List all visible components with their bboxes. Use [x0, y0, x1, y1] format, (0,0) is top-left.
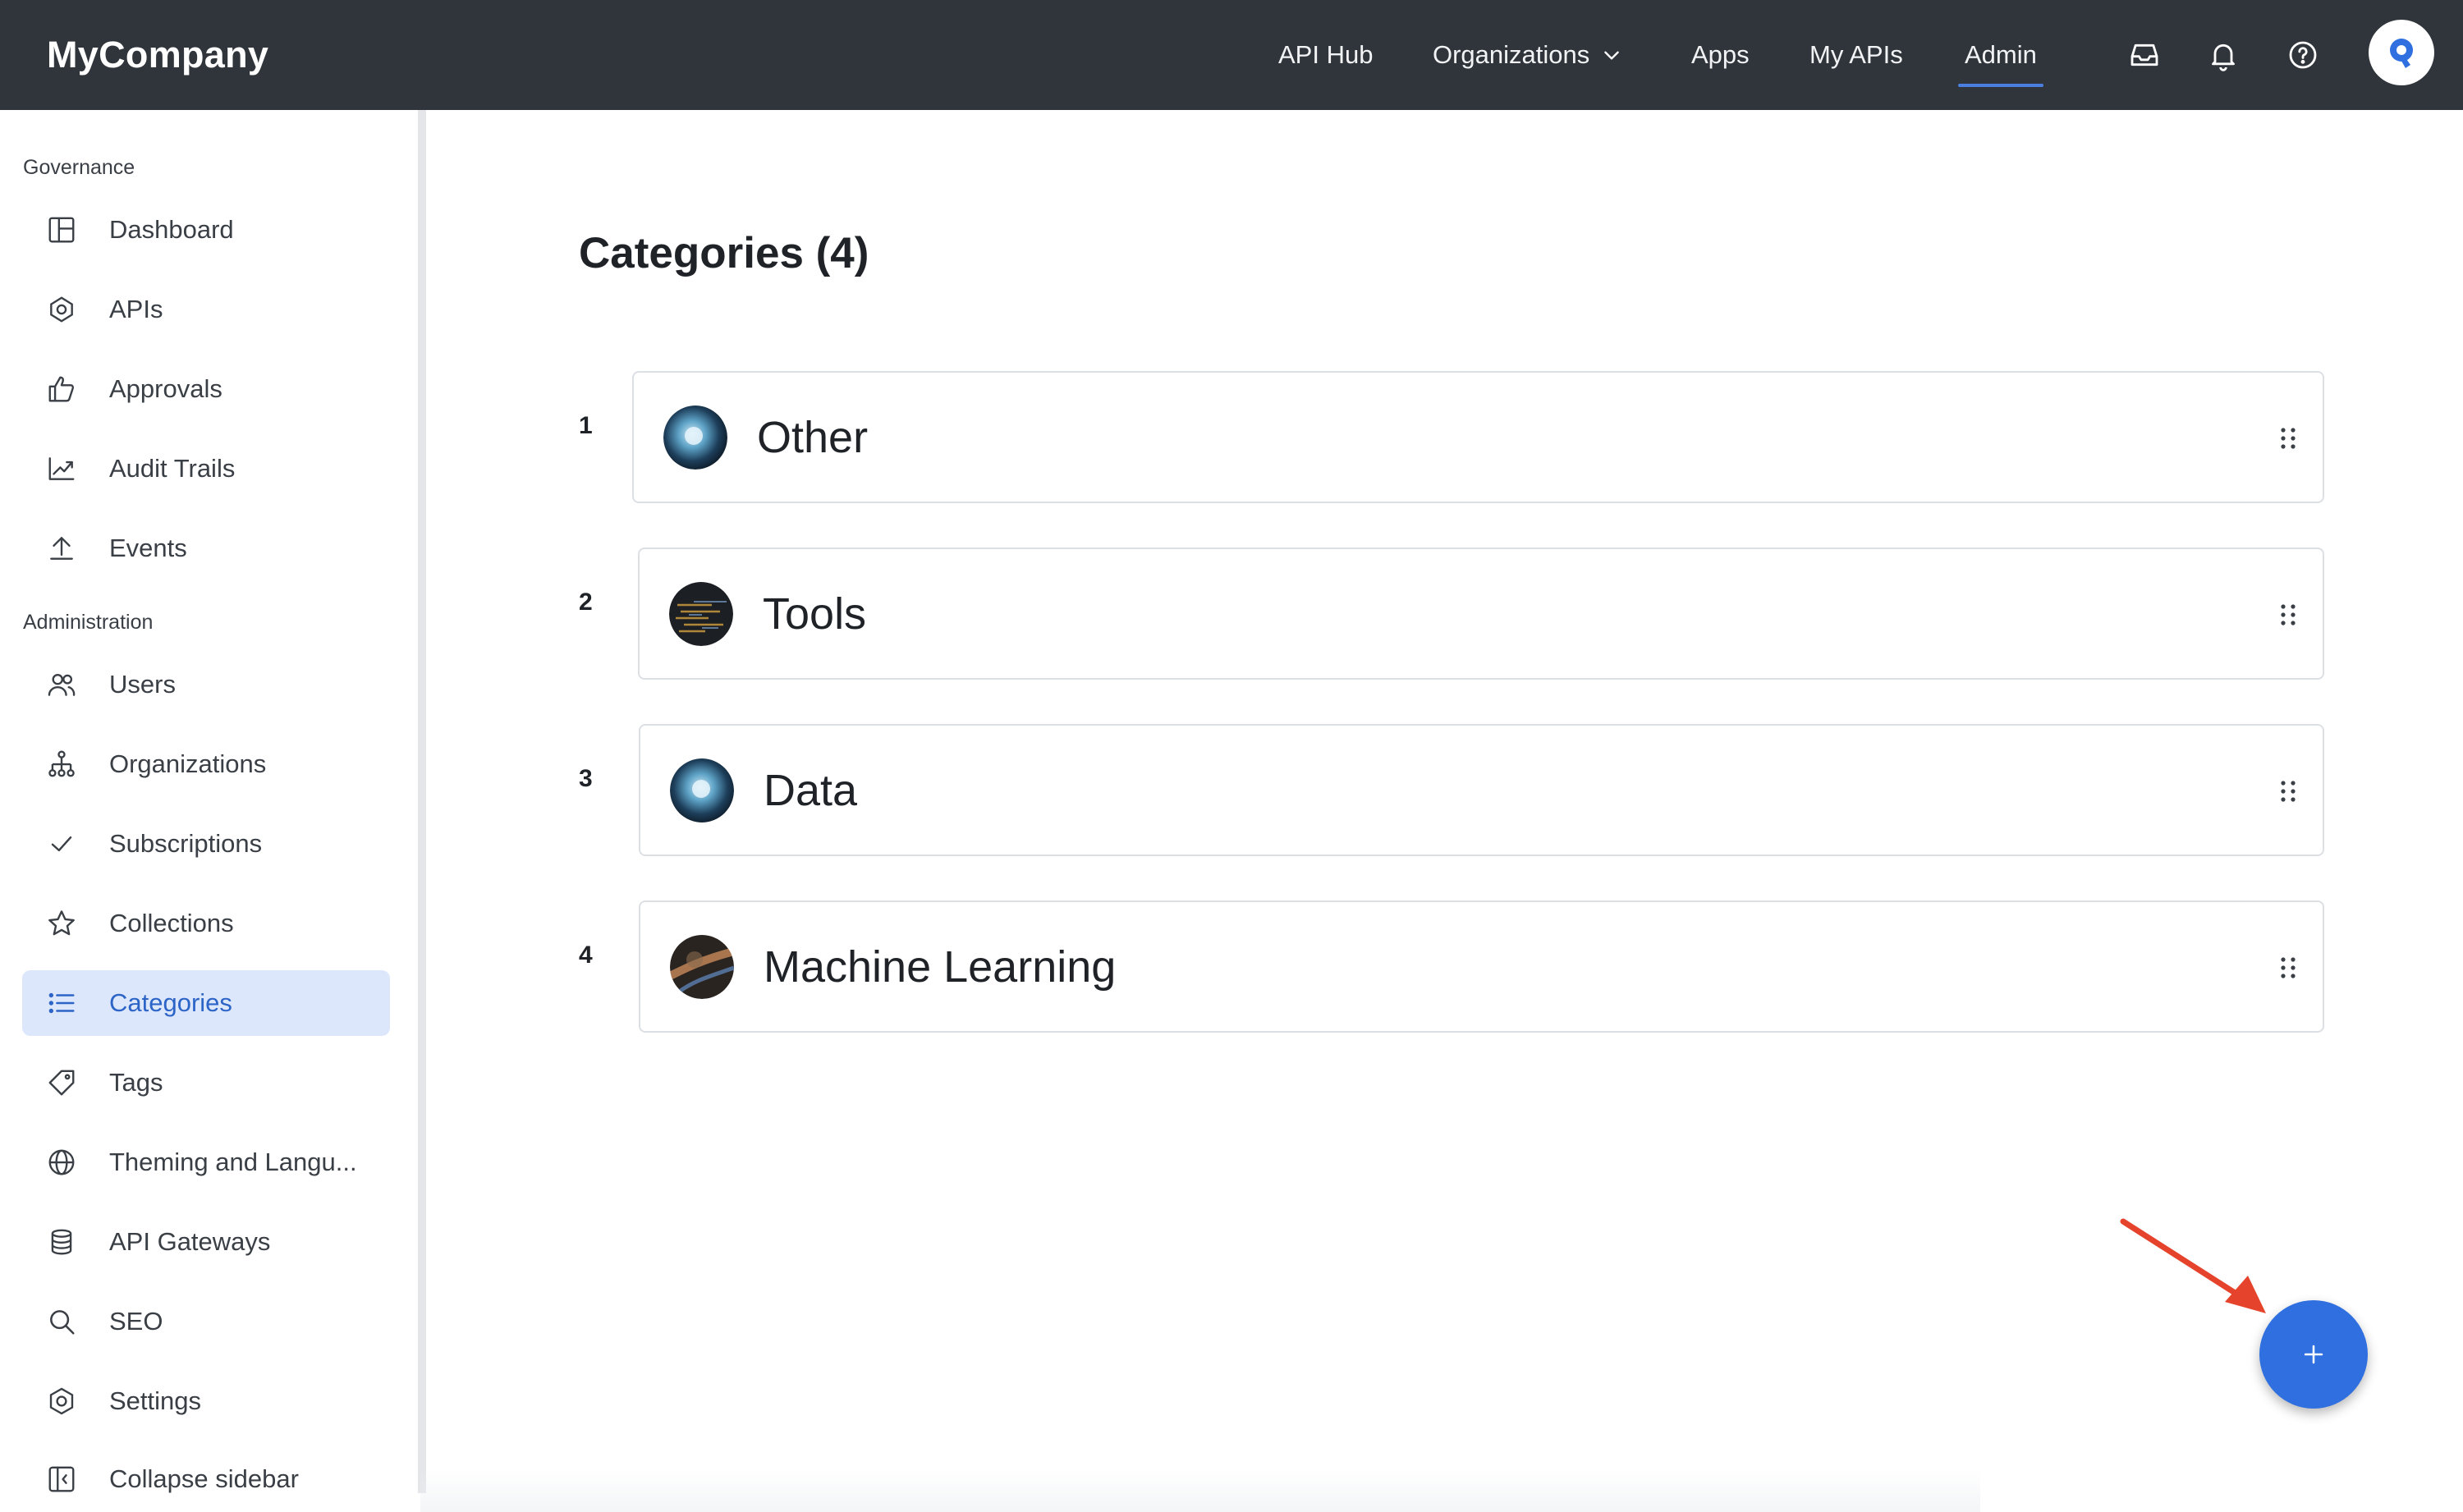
- inbox-icon[interactable]: [2124, 34, 2165, 76]
- sidebar-item-label: Audit Trails: [109, 454, 236, 483]
- star-icon: [45, 907, 78, 940]
- collapse-sidebar-icon: [45, 1463, 78, 1496]
- database-icon: [45, 1226, 78, 1258]
- category-name: Machine Learning: [764, 942, 1117, 992]
- category-index: 4: [579, 942, 593, 969]
- sidebar-item-label: Tags: [109, 1068, 163, 1097]
- nav-apps[interactable]: Apps: [1691, 0, 1750, 110]
- nav-admin-label: Admin: [1965, 40, 2037, 69]
- collapse-sidebar-button[interactable]: Collapse sidebar: [22, 1446, 390, 1512]
- category-name: Data: [764, 765, 858, 815]
- bottom-shadow: [420, 1469, 1980, 1512]
- nav-organizations-label: Organizations: [1433, 40, 1590, 69]
- category-row-other[interactable]: Other: [632, 371, 2324, 503]
- sidebar-item-label: Events: [109, 534, 187, 562]
- list-icon: [45, 987, 78, 1019]
- sidebar-item-events[interactable]: Events: [22, 515, 390, 581]
- top-bar: MyCompany API Hub Organizations Apps My …: [0, 0, 2463, 110]
- tag-icon: [45, 1066, 78, 1099]
- add-category-button[interactable]: [2259, 1300, 2368, 1409]
- sidebar-item-approvals[interactable]: Approvals: [22, 356, 390, 422]
- sidebar-item-seo[interactable]: SEO: [22, 1289, 390, 1354]
- sidebar-item-label: API Gateways: [109, 1227, 271, 1256]
- drag-handle-icon[interactable]: [2273, 777, 2303, 806]
- sidebar-item-label: APIs: [109, 295, 163, 323]
- sidebar-item-settings[interactable]: Settings: [22, 1368, 390, 1434]
- bell-icon[interactable]: [2203, 34, 2244, 76]
- nav-my-apis-label: My APIs: [1809, 40, 1903, 69]
- drag-handle-icon[interactable]: [2273, 600, 2303, 630]
- drag-handle-icon[interactable]: [2273, 424, 2303, 453]
- settings-icon: [45, 1385, 78, 1418]
- category-index: 3: [579, 765, 593, 792]
- category-row-machine-learning[interactable]: Machine Learning: [639, 900, 2324, 1033]
- nav-api-hub-label: API Hub: [1278, 40, 1374, 69]
- sidebar-scrollbar[interactable]: [418, 110, 426, 1493]
- nav-my-apis[interactable]: My APIs: [1809, 0, 1903, 110]
- annotation-arrow: [2120, 1218, 2266, 1313]
- sidebar-item-apis[interactable]: APIs: [22, 277, 390, 342]
- sidebar-item-label: Categories: [109, 988, 232, 1017]
- avatar-logo-icon: [2390, 39, 2413, 68]
- sidebar-item-audit-trails[interactable]: Audit Trails: [22, 436, 390, 502]
- category-index: 1: [579, 412, 593, 439]
- category-thumbnail: [670, 758, 734, 822]
- sidebar-item-label: Users: [109, 670, 176, 699]
- upload-icon: [45, 532, 78, 565]
- thumbs-up-icon: [45, 373, 78, 405]
- category-row-data[interactable]: Data: [639, 724, 2324, 856]
- nav-api-hub[interactable]: API Hub: [1278, 0, 1373, 110]
- app-root: MyCompany API Hub Organizations Apps My …: [0, 0, 2463, 1512]
- sidebar-item-label: Approvals: [109, 374, 222, 403]
- sidebar-item-categories[interactable]: Categories: [22, 970, 390, 1036]
- top-nav: API Hub Organizations Apps My APIs Admin: [0, 0, 2463, 110]
- category-thumbnail: [669, 582, 733, 646]
- help-icon[interactable]: [2282, 34, 2323, 76]
- sidebar-item-organizations[interactable]: Organizations: [22, 731, 390, 797]
- search-icon: [45, 1305, 78, 1338]
- category-thumbnail: [663, 405, 727, 470]
- category-row-tools[interactable]: Tools: [638, 548, 2324, 680]
- collapse-sidebar-label: Collapse sidebar: [109, 1464, 299, 1493]
- category-thumbnail: [670, 935, 734, 999]
- drag-handle-icon[interactable]: [2273, 953, 2303, 983]
- section-label-governance: Governance: [23, 156, 135, 179]
- section-label-administration: Administration: [23, 611, 154, 634]
- check-icon: [45, 827, 78, 860]
- sidebar-item-api-gateways[interactable]: API Gateways: [22, 1209, 390, 1275]
- page-title: Categories (4): [579, 229, 869, 277]
- sidebar-item-collections[interactable]: Collections: [22, 891, 390, 956]
- sidebar-item-users[interactable]: Users: [22, 652, 390, 717]
- chevron-down-icon: [1601, 44, 1622, 66]
- sidebar-item-label: Theming and Langu...: [109, 1148, 357, 1176]
- sidebar-item-label: Organizations: [109, 749, 267, 778]
- sidebar-item-label: Collections: [109, 909, 234, 937]
- category-name: Other: [757, 412, 869, 462]
- sidebar-item-label: SEO: [109, 1307, 163, 1336]
- sidebar-item-dashboard[interactable]: Dashboard: [22, 197, 390, 263]
- nav-apps-label: Apps: [1691, 40, 1750, 69]
- dashboard-icon: [45, 213, 78, 246]
- chart-line-icon: [45, 452, 78, 485]
- sidebar-item-tags[interactable]: Tags: [22, 1050, 390, 1116]
- users-icon: [45, 668, 78, 701]
- nav-organizations-dropdown[interactable]: Organizations: [1433, 0, 1622, 110]
- sidebar-item-label: Subscriptions: [109, 829, 263, 858]
- globe-icon: [45, 1146, 78, 1179]
- sidebar-item-label: Dashboard: [109, 215, 234, 244]
- sidebar-item-subscriptions[interactable]: Subscriptions: [22, 811, 390, 877]
- user-avatar[interactable]: [2369, 20, 2434, 85]
- sidebar-item-theming[interactable]: Theming and Langu...: [22, 1129, 390, 1195]
- category-name: Tools: [763, 589, 867, 639]
- sidebar-item-label: Settings: [109, 1386, 202, 1415]
- category-index: 2: [579, 589, 593, 616]
- apis-icon: [45, 293, 78, 326]
- nav-admin[interactable]: Admin: [1958, 0, 2043, 110]
- org-tree-icon: [45, 748, 78, 781]
- plus-icon: [2304, 1345, 2323, 1364]
